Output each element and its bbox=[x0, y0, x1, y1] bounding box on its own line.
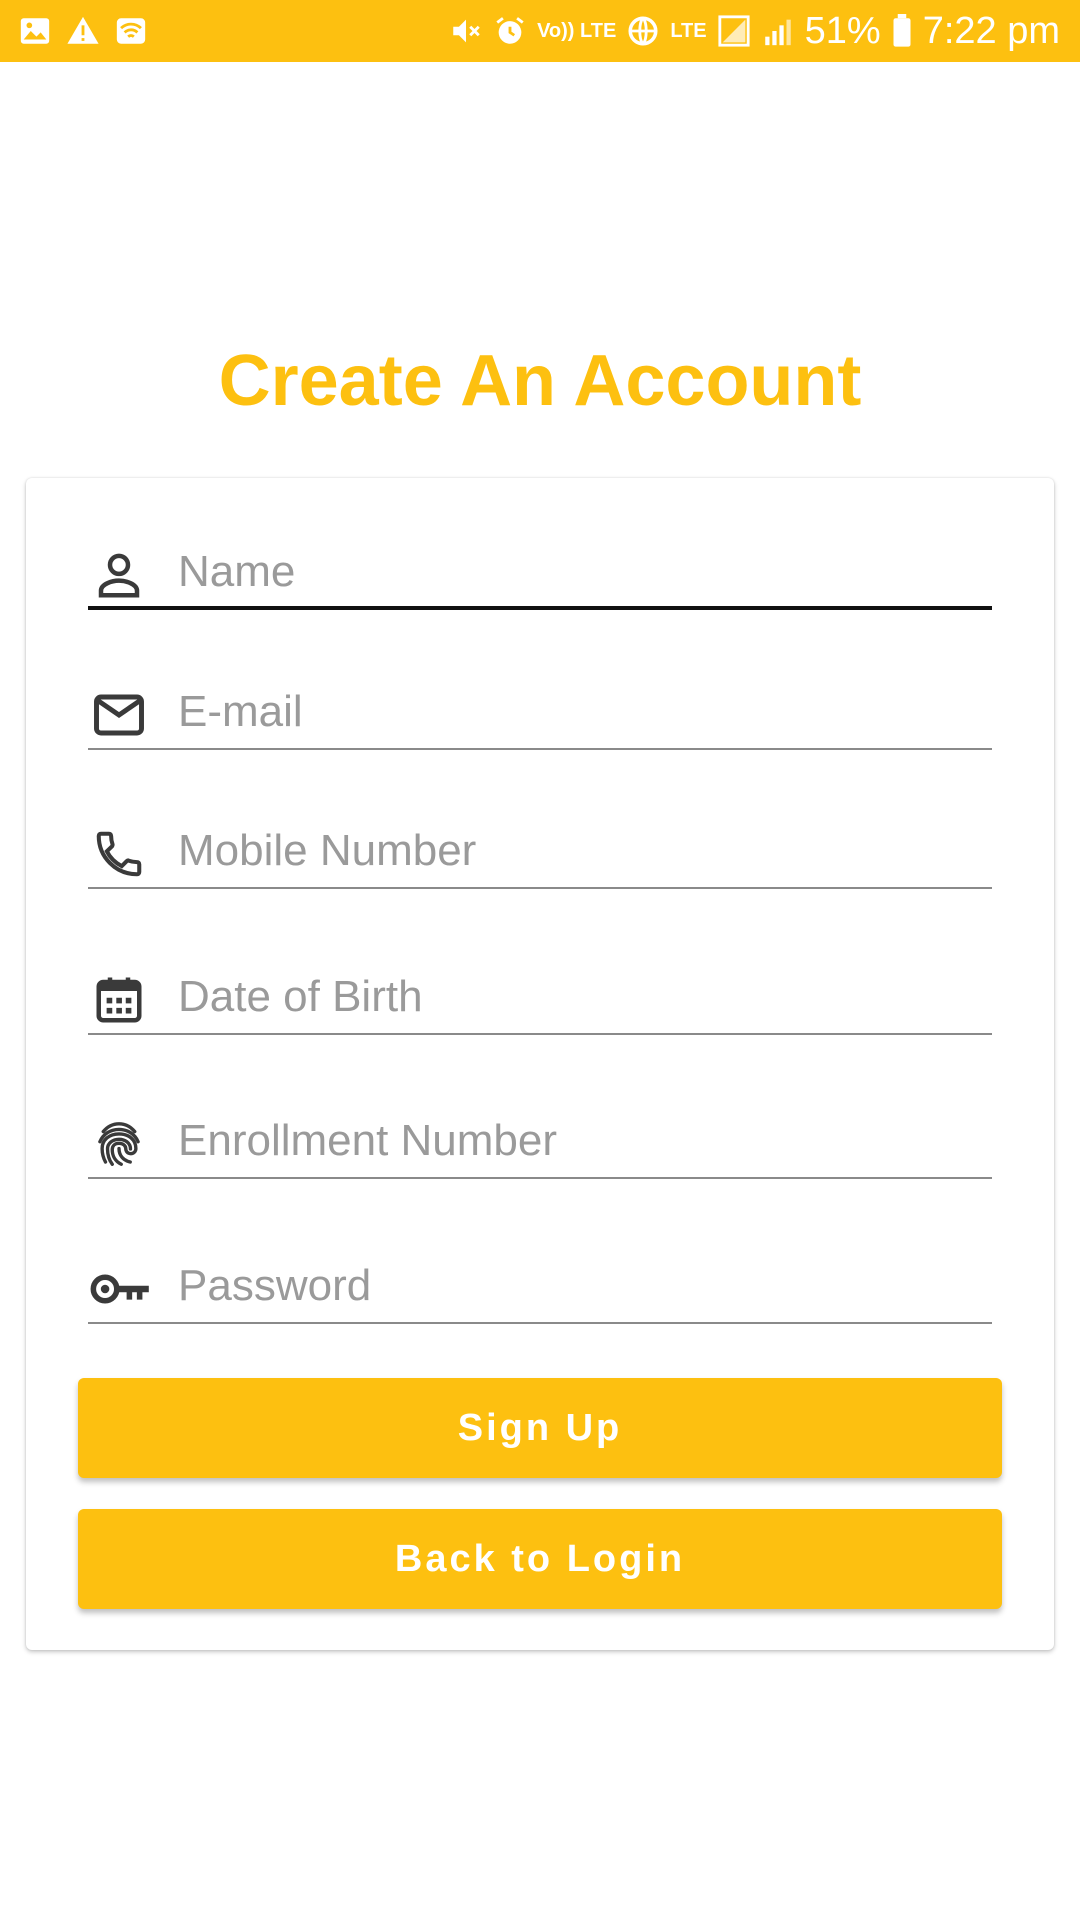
password-underline bbox=[88, 1322, 992, 1324]
enrollment-underline bbox=[88, 1177, 992, 1179]
enrollment-input[interactable] bbox=[178, 1109, 978, 1173]
dob-field bbox=[88, 955, 992, 1035]
password-field bbox=[88, 1244, 992, 1324]
signup-form-card: Sign Up Back to Login bbox=[26, 478, 1054, 1650]
password-input[interactable] bbox=[178, 1254, 978, 1318]
key-icon bbox=[88, 1262, 152, 1316]
status-bar: Vo)) LTE LTE 51% 7:22 pm bbox=[0, 0, 1080, 62]
page-title: Create An Account bbox=[218, 341, 862, 421]
person-icon bbox=[92, 548, 146, 602]
mobile-field bbox=[88, 809, 992, 889]
lte-signal-icon bbox=[717, 14, 751, 48]
name-underline bbox=[88, 606, 992, 610]
status-time: 7:22 pm bbox=[922, 10, 1060, 52]
mail-icon bbox=[92, 688, 146, 742]
dob-input[interactable] bbox=[178, 965, 978, 1029]
mute-icon bbox=[449, 14, 483, 48]
dob-underline bbox=[88, 1033, 992, 1035]
image-icon bbox=[18, 14, 52, 48]
battery-percent: 51% bbox=[804, 10, 881, 52]
status-right-icons: Vo)) LTE LTE 51% 7:22 pm bbox=[449, 8, 1060, 54]
status-left-icons bbox=[18, 14, 148, 48]
email-underline bbox=[88, 748, 992, 750]
sign-up-button[interactable]: Sign Up bbox=[78, 1378, 1002, 1478]
mobile-underline bbox=[88, 887, 992, 889]
lte-label: LTE bbox=[670, 20, 707, 42]
battery-icon bbox=[891, 14, 913, 48]
signal-icon bbox=[761, 14, 795, 48]
mobile-input[interactable] bbox=[178, 819, 978, 883]
back-to-login-button[interactable]: Back to Login bbox=[78, 1509, 1002, 1609]
volte-label: Vo)) LTE bbox=[537, 20, 617, 42]
data-saver-icon bbox=[626, 14, 660, 48]
name-field bbox=[88, 530, 992, 610]
fingerprint-icon bbox=[92, 1117, 146, 1171]
enrollment-field bbox=[88, 1099, 992, 1179]
calendar-icon bbox=[92, 973, 146, 1027]
email-field bbox=[88, 670, 992, 750]
email-input[interactable] bbox=[178, 680, 978, 744]
phone-icon bbox=[92, 827, 146, 881]
name-input[interactable] bbox=[178, 540, 978, 604]
alarm-icon bbox=[493, 14, 527, 48]
wifi-icon bbox=[114, 14, 148, 48]
warning-icon bbox=[66, 14, 100, 48]
